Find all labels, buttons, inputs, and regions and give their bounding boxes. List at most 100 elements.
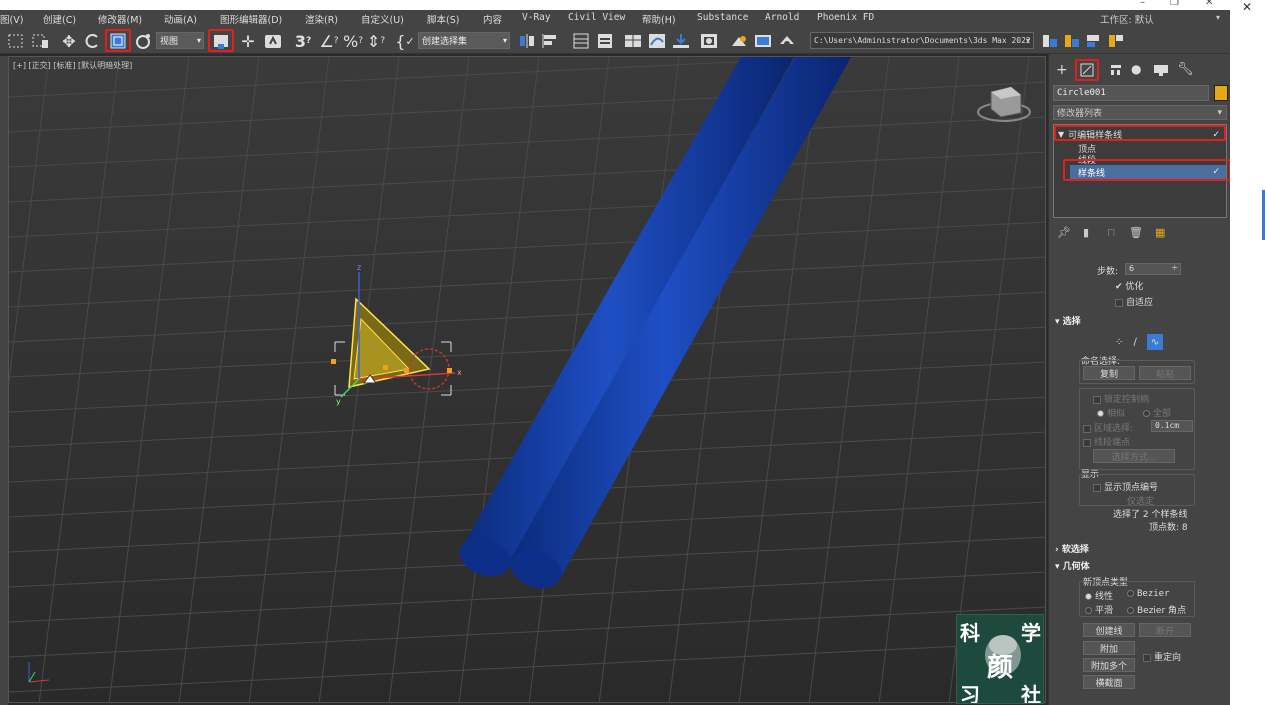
remove-modifier-icon[interactable]: 🗑︎: [1129, 226, 1143, 239]
curve-editor-icon[interactable]: [646, 31, 668, 51]
render-production-icon[interactable]: [776, 31, 798, 51]
show-vertex-numbers-checkbox[interactable]: 显示顶点编号: [1093, 480, 1158, 493]
cross-section-button[interactable]: 横截面: [1083, 675, 1135, 689]
menu-arnold[interactable]: Arnold: [765, 12, 799, 23]
hierarchy-tab-icon[interactable]: [1109, 62, 1123, 82]
project-folder-icon[interactable]: [1040, 31, 1060, 51]
optimize-checkbox[interactable]: ✔ 优化: [1115, 279, 1143, 292]
ribbon-toggle-icon[interactable]: [622, 31, 644, 51]
make-unique-icon[interactable]: ⊓: [1107, 226, 1116, 239]
selected-only-checkbox[interactable]: 仅选定: [1127, 494, 1154, 507]
outer-close-button[interactable]: ✕: [1242, 0, 1252, 14]
menu-content[interactable]: 内容: [483, 12, 502, 26]
pin-stack-button-icon[interactable]: 📌︎: [1057, 226, 1071, 239]
attach-button[interactable]: 附加: [1083, 641, 1135, 655]
close-button[interactable]: ✕: [1205, 0, 1213, 8]
soft-selection-rollout[interactable]: › 软选择: [1053, 542, 1227, 556]
object-name-field[interactable]: Circle001: [1053, 85, 1209, 101]
menu-view[interactable]: 图(V): [0, 12, 23, 26]
menu-modifiers[interactable]: 修改器(M): [98, 12, 142, 26]
keyboard-override-icon[interactable]: [262, 31, 284, 51]
perspective-viewport[interactable]: z x y [+] [正交] [标准] [默认明暗处理]: [8, 56, 1046, 703]
segment-end-checkbox[interactable]: 线段端点: [1083, 435, 1130, 448]
select-region-icon[interactable]: [6, 31, 26, 51]
material-editor-icon[interactable]: [698, 31, 720, 51]
menu-phoenix-fd[interactable]: Phoenix FD: [817, 12, 874, 23]
attach-multiple-button[interactable]: 附加多个: [1083, 658, 1135, 672]
reference-coordinate-dropdown[interactable]: 视图 ▾: [156, 32, 204, 49]
menu-create[interactable]: 创建(C): [43, 12, 76, 26]
bezier-radio[interactable]: Bezier: [1127, 589, 1170, 599]
adaptive-label: 自适应: [1126, 298, 1154, 308]
menu-substance[interactable]: Substance: [697, 12, 748, 23]
selection-rollout-header[interactable]: ▾ 选择: [1055, 314, 1081, 327]
render-setup-icon[interactable]: [728, 31, 750, 51]
configure-modifier-sets-icon[interactable]: ▦: [1155, 226, 1165, 239]
lock-handles-checkbox[interactable]: 锁定控制柄: [1093, 392, 1149, 405]
scene-explorer-icon[interactable]: [570, 31, 592, 51]
create-line-button[interactable]: 创建线: [1083, 623, 1135, 637]
linear-radio[interactable]: 线性: [1085, 589, 1113, 602]
adaptive-checkbox[interactable]: 自适应: [1115, 295, 1153, 308]
mirror-icon[interactable]: [516, 31, 538, 51]
minimize-button[interactable]: –: [1140, 0, 1145, 8]
project-folder-path[interactable]: C:\Users\Administrator\Documents\3ds Max…: [810, 32, 1034, 49]
create-tab-icon[interactable]: +: [1056, 62, 1068, 78]
smooth-radio[interactable]: 平滑: [1085, 603, 1113, 616]
select-by-name-icon[interactable]: [30, 31, 52, 51]
show-end-result-icon[interactable]: ▮: [1083, 226, 1089, 239]
alike-radio[interactable]: 相似: [1097, 406, 1125, 419]
restore-button[interactable]: ❐: [1170, 0, 1179, 8]
snap-3d-icon[interactable]: 3?: [292, 31, 314, 51]
viewport-layout-icon[interactable]: [1084, 31, 1104, 51]
menu-civil-view[interactable]: Civil View: [568, 12, 625, 23]
all-radio[interactable]: 全部: [1143, 406, 1171, 419]
reorient-checkbox[interactable]: 重定向: [1143, 650, 1181, 663]
layout-icon[interactable]: [1062, 31, 1082, 51]
paste-button[interactable]: 粘贴: [1139, 366, 1191, 380]
layer-explorer-icon[interactable]: [594, 31, 616, 51]
workspace-selector[interactable]: 工作区: 默认: [1100, 12, 1154, 26]
object-color-swatch[interactable]: [1214, 85, 1228, 101]
motion-tab-icon[interactable]: ●: [1131, 62, 1141, 76]
rotate-icon[interactable]: [84, 31, 102, 51]
select-and-link-icon[interactable]: ✛: [238, 31, 258, 51]
menu-vray[interactable]: V-Ray: [522, 12, 551, 23]
modifier-list-dropdown[interactable]: 修改器列表 ▾: [1053, 105, 1227, 120]
workspace-layout-icon[interactable]: [1106, 31, 1126, 51]
project-path-dropdown-icon[interactable]: ▾: [1026, 36, 1030, 45]
percent-snap-icon[interactable]: %?: [342, 31, 364, 51]
keyboard-shortcut-icon[interactable]: [133, 31, 153, 51]
bezier-corner-radio[interactable]: Bezier 角点: [1127, 603, 1186, 616]
schematic-view-icon[interactable]: [670, 31, 692, 51]
align-icon[interactable]: [540, 31, 562, 51]
menu-rendering[interactable]: 渲染(R): [305, 12, 338, 26]
select-by-button[interactable]: 选择方式...: [1093, 449, 1175, 463]
workspace-dropdown-arrow-icon[interactable]: ▾: [1216, 13, 1220, 22]
area-select-spinner[interactable]: 0.1cm: [1151, 420, 1193, 432]
spinner-snap-icon[interactable]: ⇕?: [366, 31, 386, 51]
move-icon[interactable]: ✥: [58, 31, 80, 51]
menu-graph-editors[interactable]: 图形编辑器(D): [220, 12, 282, 26]
menu-customize[interactable]: 自定义(U): [361, 12, 404, 26]
geometry-rollout-header[interactable]: ▾ 几何体: [1055, 559, 1090, 572]
copy-button[interactable]: 复制: [1083, 366, 1135, 380]
segment-level-icon[interactable]: ∕: [1134, 337, 1137, 348]
steps-spinner[interactable]: 6 ÷: [1125, 263, 1181, 275]
rendered-frame-window-icon[interactable]: [752, 31, 774, 51]
spline-level-icon[interactable]: ∿: [1146, 334, 1163, 350]
utilities-tab-icon[interactable]: 🔧︎: [1177, 62, 1194, 77]
area-select-checkbox[interactable]: 区域选择:: [1083, 421, 1133, 434]
reorient-label: 重定向: [1154, 653, 1182, 663]
angle-snap-icon[interactable]: ∠?: [318, 31, 340, 51]
menu-animation[interactable]: 动画(A): [164, 12, 197, 26]
vertex-level-icon[interactable]: ⁘: [1115, 337, 1123, 348]
edit-named-selection-icon[interactable]: {✓: [394, 31, 416, 51]
viewport-label[interactable]: [+] [正交] [标准] [默认明暗处理]: [13, 60, 132, 71]
menu-scripting[interactable]: 脚本(S): [427, 12, 459, 26]
spinner-arrows-icon[interactable]: ÷: [1171, 263, 1178, 272]
menu-help[interactable]: 帮助(H): [642, 12, 676, 26]
break-button[interactable]: 断开: [1139, 623, 1191, 637]
display-tab-icon[interactable]: [1153, 62, 1169, 82]
named-selection-set-dropdown[interactable]: 创建选择集 ▾: [418, 32, 510, 49]
